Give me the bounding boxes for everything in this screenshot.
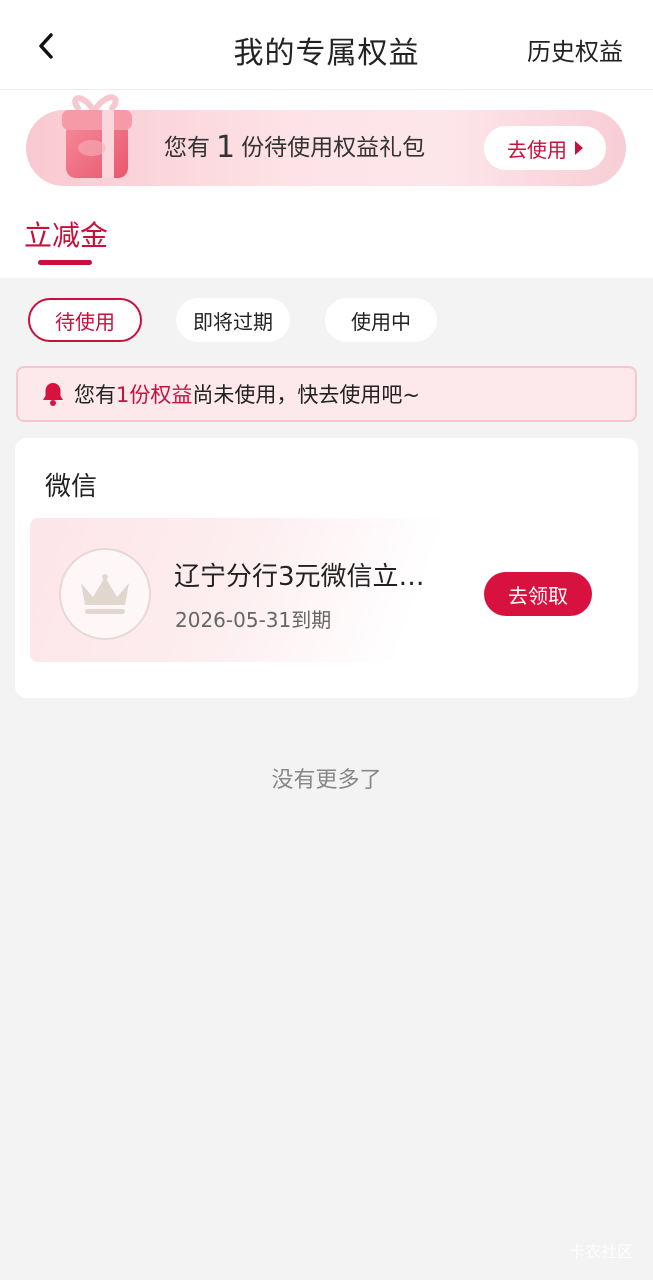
section-title: 微信 [45,472,98,502]
banner-count: 1 [216,130,236,165]
crown-icon [81,574,129,614]
coupon-badge [59,548,151,640]
tab-active-indicator [38,260,92,265]
banner-prefix: 您有 [164,135,210,161]
history-benefits-link[interactable]: 历史权益 [527,32,623,67]
notice-suffix: 尚未使用，快去使用吧~ [192,383,420,407]
use-now-button[interactable]: 去使用 [484,126,606,170]
banner-suffix: 份待使用权益礼包 [241,135,426,161]
coupon-expiry: 2026-05-31到期 [175,608,332,632]
coupon-item[interactable]: 辽宁分行3元微信立… 2026-05-31到期 去领取 [30,518,620,662]
unused-notice: 您有1份权益尚未使用，快去使用吧~ [16,366,637,422]
bell-icon [43,383,63,406]
gift-package-banner[interactable]: 您有 1 份待使用权益礼包 去使用 [26,94,626,186]
filter-expiring[interactable]: 即将过期 [176,298,290,342]
watermark: 卡农社区 [568,1242,633,1261]
claim-button[interactable]: 去领取 [484,572,592,616]
coupon-name: 辽宁分行3元微信立… [174,562,425,592]
notice-highlight: 1份权益 [116,383,193,407]
notice-message: 您有1份权益尚未使用，快去使用吧~ [74,379,420,409]
banner-message: 您有 1 份待使用权益礼包 [164,128,425,165]
wechat-benefits-card: 微信 辽宁分行3元微信立… 2026-05-31到期 去领取 [15,438,638,698]
filter-in-use[interactable]: 使用中 [325,298,437,342]
use-now-label: 去使用 [507,137,567,162]
caret-right-icon [575,141,583,155]
filter-pending[interactable]: 待使用 [28,298,142,342]
list-end-text: 没有更多了 [271,768,382,793]
notice-prefix: 您有 [74,383,116,407]
nav-bar: 我的专属权益 历史权益 [0,0,653,90]
tab-instant-discount[interactable]: 立减金 [24,214,108,254]
gift-box-icon [62,94,132,178]
